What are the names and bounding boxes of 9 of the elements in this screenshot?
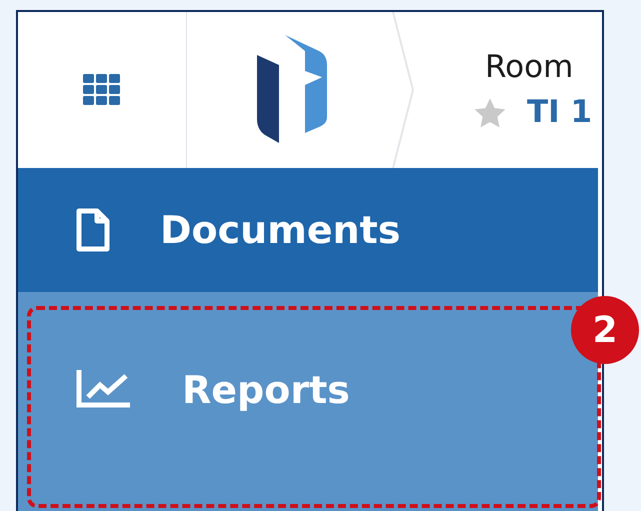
room-code[interactable]: TI 1 [527,97,592,128]
app-grid-icon[interactable] [83,74,121,106]
logo-icon [255,35,329,145]
room-title: Room [485,52,574,82]
chart-icon [76,368,132,408]
sidebar-item[interactable]: Documents [18,168,598,292]
breadcrumb-chevron-icon [391,12,415,168]
document-icon [76,208,110,252]
star-icon[interactable] [473,96,507,128]
